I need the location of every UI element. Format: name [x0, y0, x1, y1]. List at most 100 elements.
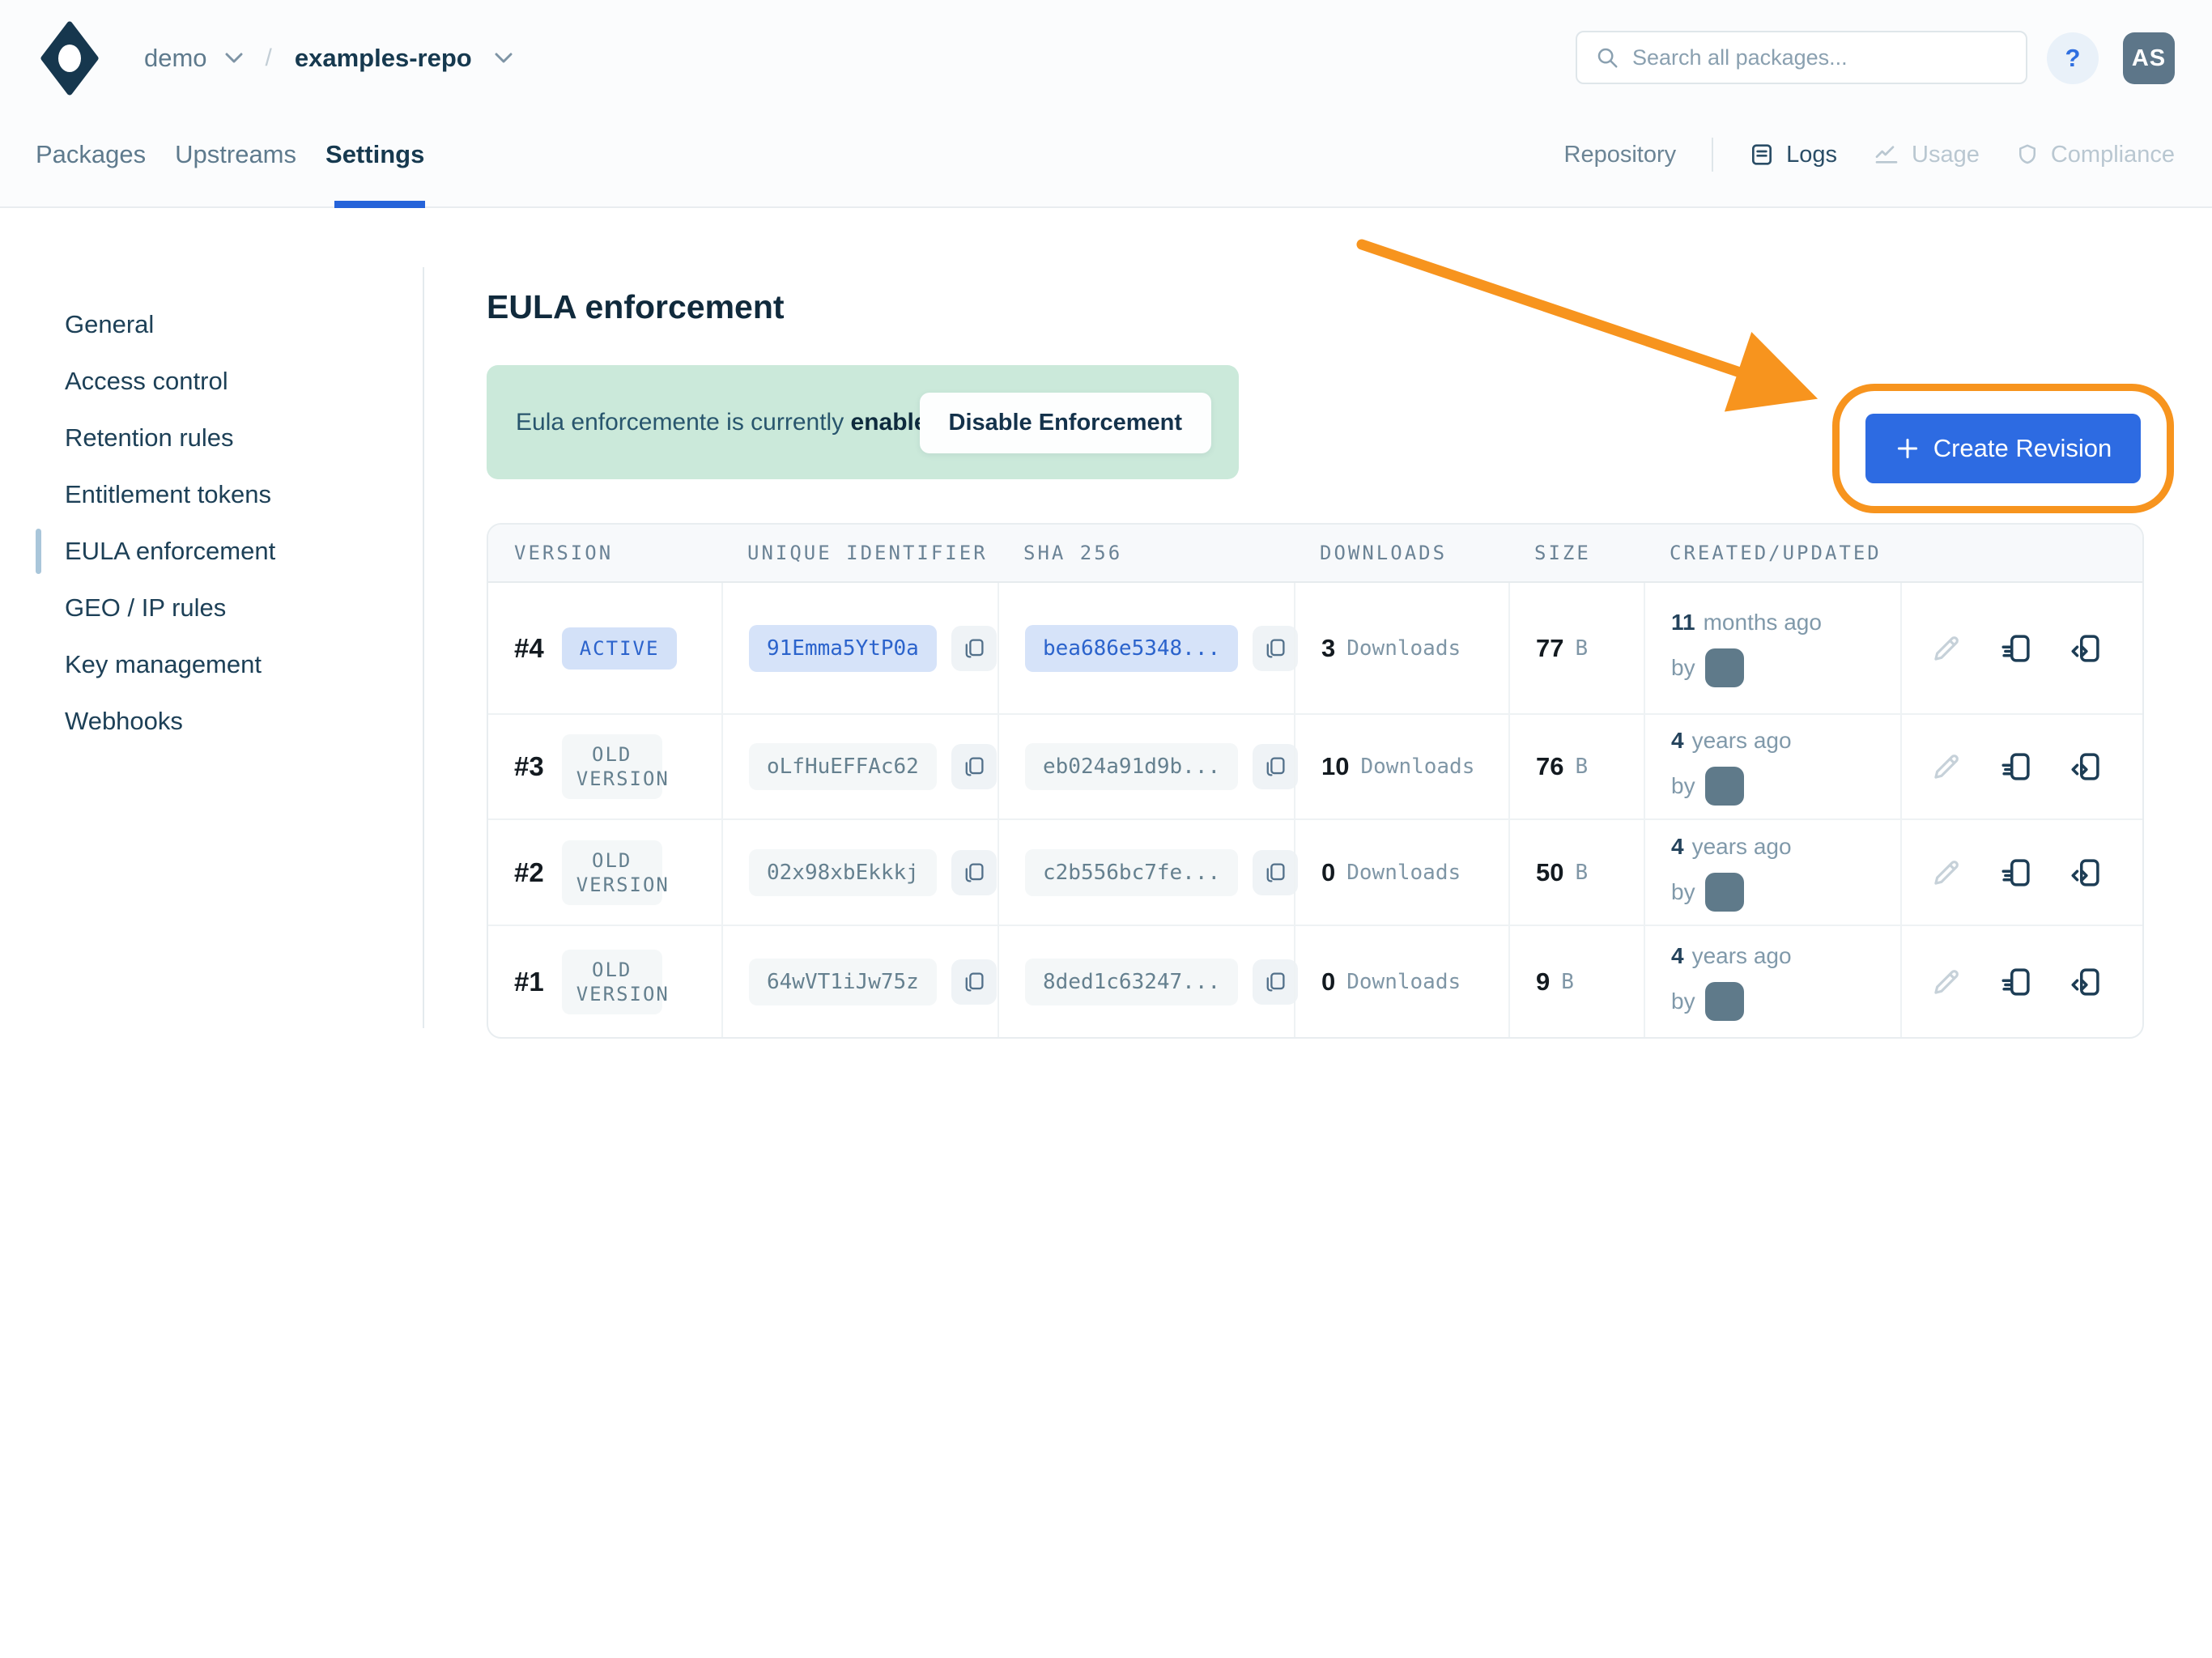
sidebar-item-entitlement-tokens[interactable]: Entitlement tokens: [65, 466, 405, 523]
created-updated: 4 years ago by: [1671, 834, 1870, 912]
table-row: #4 ACTIVE 91Emma5YtP0a bea686e5348... 3 …: [488, 583, 2142, 713]
tab-upstreams[interactable]: Upstreams: [175, 140, 296, 169]
col-header-downloads: DOWNLOADS: [1294, 542, 1508, 564]
copy-identifier-button[interactable]: [951, 744, 997, 789]
view-source-button[interactable]: [2067, 748, 2104, 785]
user-avatar[interactable]: AS: [2123, 32, 2175, 84]
status-badge: ACTIVE: [562, 627, 678, 670]
creator-avatar[interactable]: [1705, 873, 1744, 912]
eula-status-banner: Eula enforcemente is currently enabled. …: [487, 365, 1239, 479]
link-usage[interactable]: Usage: [1873, 142, 1980, 168]
copy-icon: [963, 755, 985, 779]
view-source-button[interactable]: [2067, 963, 2104, 1001]
chevron-down-icon: [495, 53, 513, 64]
sidebar-divider: [423, 267, 424, 1028]
creator-avatar[interactable]: [1705, 767, 1744, 806]
copy-icon: [1264, 755, 1287, 779]
logs-icon: [1749, 142, 1775, 168]
view-source-button[interactable]: [2067, 630, 2104, 667]
edit-revision-button[interactable]: [1928, 748, 1965, 785]
edit-icon: [1929, 965, 1963, 999]
link-compliance[interactable]: Compliance: [2015, 142, 2175, 168]
sha256-value: c2b556bc7fe...: [1025, 849, 1238, 896]
edit-revision-button[interactable]: [1928, 630, 1965, 667]
view-document-icon: [1999, 965, 2033, 999]
size-unit: B: [1575, 755, 1588, 779]
view-document-button[interactable]: [1997, 854, 2035, 891]
edit-revision-button[interactable]: [1928, 963, 1965, 1001]
copy-identifier-button[interactable]: [951, 626, 997, 671]
copy-identifier-button[interactable]: [951, 959, 997, 1005]
view-document-button[interactable]: [1997, 748, 2035, 785]
sidebar-item-webhooks[interactable]: Webhooks: [65, 693, 405, 750]
creator-avatar[interactable]: [1705, 648, 1744, 687]
copy-icon: [963, 636, 985, 661]
table-row: #3 OLD VERSION oLfHuEFFAc62 eb024a91d9b.…: [488, 713, 2142, 818]
copy-sha-button[interactable]: [1253, 744, 1298, 789]
downloads-label: Downloads: [1360, 755, 1474, 779]
annotation-arrow: [1336, 219, 1838, 429]
edit-revision-button[interactable]: [1928, 854, 1965, 891]
settings-sidebar: General Access control Retention rules E…: [65, 296, 405, 750]
size-unit: B: [1575, 861, 1588, 885]
breadcrumb-separator: /: [266, 45, 272, 72]
repo-name: examples-repo: [295, 44, 472, 73]
view-source-icon: [2069, 856, 2103, 890]
link-logs[interactable]: Logs: [1749, 142, 1837, 168]
compliance-icon: [2015, 142, 2040, 168]
copy-sha-button[interactable]: [1253, 850, 1298, 895]
repo-dropdown[interactable]: examples-repo: [295, 44, 513, 73]
repository-settings-page: demo / examples-repo ? AS Packages Upstr…: [0, 0, 2212, 1658]
view-document-button[interactable]: [1997, 630, 2035, 667]
sha256-value: eb024a91d9b...: [1025, 743, 1238, 790]
sidebar-item-eula-enforcement[interactable]: EULA enforcement: [65, 523, 405, 580]
context-links: Repository Logs Usage Compliance: [1564, 130, 2175, 180]
search-icon: [1595, 45, 1619, 70]
col-header-unique-identifier: UNIQUE IDENTIFIER: [721, 542, 998, 564]
help-button[interactable]: ?: [2047, 32, 2099, 84]
copy-sha-button[interactable]: [1253, 959, 1298, 1005]
page-title: EULA enforcement: [487, 288, 785, 326]
create-revision-button[interactable]: Create Revision: [1865, 414, 2141, 483]
sidebar-item-retention-rules[interactable]: Retention rules: [65, 410, 405, 466]
disable-enforcement-button[interactable]: Disable Enforcement: [920, 393, 1211, 453]
size-unit: B: [1575, 636, 1588, 661]
size-value: 77: [1536, 634, 1563, 663]
usage-icon: [1873, 142, 1900, 168]
size-value: 9: [1536, 967, 1550, 997]
repo-tabs: Packages Upstreams Settings: [36, 130, 424, 180]
org-dropdown[interactable]: demo: [144, 44, 243, 73]
divider: [1712, 138, 1713, 172]
col-header-sha256: SHA 256: [998, 542, 1294, 564]
copy-icon: [1264, 970, 1287, 994]
search-input[interactable]: [1632, 45, 2026, 70]
sidebar-item-key-management[interactable]: Key management: [65, 636, 405, 693]
tab-packages[interactable]: Packages: [36, 140, 146, 169]
app-logo-icon[interactable]: [40, 21, 99, 96]
sidebar-item-general[interactable]: General: [65, 296, 405, 353]
table-row: #1 OLD VERSION 64wVT1iJw75z 8ded1c63247.…: [488, 925, 2142, 1037]
created-updated: 4 years ago by: [1671, 728, 1870, 806]
view-document-button[interactable]: [1997, 963, 2035, 1001]
sidebar-item-geo-ip-rules[interactable]: GEO / IP rules: [65, 580, 405, 636]
view-source-button[interactable]: [2067, 854, 2104, 891]
creator-avatar[interactable]: [1705, 982, 1744, 1021]
annotation-ring: Create Revision: [1832, 384, 2174, 513]
tab-settings[interactable]: Settings: [325, 140, 424, 169]
copy-icon: [963, 861, 985, 885]
edit-icon: [1929, 856, 1963, 890]
active-tab-indicator: [334, 201, 425, 208]
copy-icon: [1264, 636, 1287, 661]
edit-icon: [1929, 631, 1963, 665]
col-header-size: SIZE: [1508, 542, 1644, 564]
sidebar-item-access-control[interactable]: Access control: [65, 353, 405, 410]
edit-icon: [1929, 750, 1963, 784]
copy-sha-button[interactable]: [1253, 626, 1298, 671]
downloads-count: 0: [1321, 858, 1335, 887]
eula-status-message: Eula enforcemente is currently enabled.: [516, 409, 949, 436]
copy-identifier-button[interactable]: [951, 850, 997, 895]
downloads-label: Downloads: [1346, 636, 1461, 661]
copy-icon: [963, 970, 985, 994]
size-unit: B: [1561, 970, 1574, 994]
revision-number: #4: [514, 633, 544, 664]
